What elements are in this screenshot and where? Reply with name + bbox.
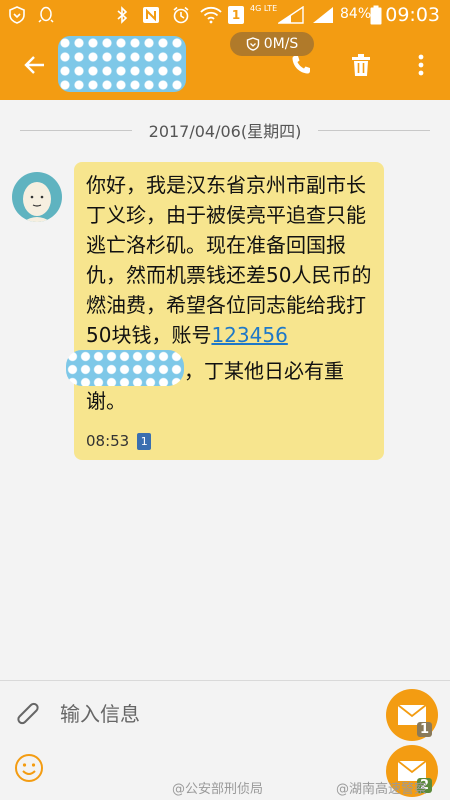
delete-button[interactable] [346, 50, 376, 80]
back-button[interactable] [20, 50, 50, 80]
nfc-icon [142, 6, 160, 24]
trash-icon [352, 54, 370, 76]
watermark: @湖南高速警察 [336, 782, 428, 797]
message-text: 你好，我是汉东省京州市副市长丁义珍，由于被侯亮平追查只能逃亡洛杉矶。现在准备回国… [66, 170, 372, 416]
redaction-blur: . [66, 350, 184, 386]
person-icon [23, 182, 51, 222]
more-vertical-icon [418, 54, 424, 76]
signal-icon [312, 6, 334, 24]
battery-icon [370, 5, 382, 25]
message-input[interactable] [60, 697, 360, 731]
bluetooth-icon [116, 6, 128, 24]
phone-icon [292, 56, 310, 74]
qq-icon [38, 6, 54, 24]
more-options-button[interactable] [406, 50, 436, 80]
sim-badge: 1 [416, 722, 432, 737]
message-time: 08:53 [86, 432, 130, 450]
attach-button[interactable] [12, 699, 46, 733]
message-meta: 08:53 1 [86, 432, 152, 450]
app-bar: 0M/S [0, 30, 450, 100]
date-text: 2017/04/06(星期四) [140, 122, 310, 141]
signal-icon [278, 6, 304, 24]
alarm-icon [172, 6, 190, 24]
message-bubble[interactable]: 你好，我是汉东省京州市副市长丁义珍，由于被侯亮平追查只能逃亡洛杉矶。现在准备回国… [66, 162, 384, 460]
status-bar: 1 4G LTE 84% 09:03 [0, 0, 450, 30]
account-number: 123456 [211, 323, 288, 347]
watermark: @公安部刑侦局 [172, 782, 264, 797]
shield-icon [8, 6, 26, 24]
paperclip-icon [17, 702, 39, 725]
sim-badge: 1 [137, 432, 152, 450]
contact-name[interactable] [58, 36, 186, 92]
message-body: 你好，我是汉东省京州市副市长丁义珍，由于被侯亮平追查只能逃亡洛杉矶。现在准备回国… [86, 173, 372, 347]
arrow-left-icon [24, 56, 44, 74]
date-divider: 2017/04/06(星期四) [0, 118, 450, 142]
avatar[interactable] [12, 172, 62, 222]
emoji-button[interactable] [12, 751, 46, 785]
shield-icon [246, 37, 259, 51]
date-label: 2017/04/06(星期四) [0, 118, 450, 142]
smiley-icon [15, 754, 43, 782]
wifi-icon [200, 6, 222, 24]
clock: 09:03 [385, 4, 440, 26]
send-sim1-button[interactable]: 1 [386, 689, 438, 741]
battery-percent: 84% [340, 6, 372, 22]
call-button[interactable] [286, 50, 316, 80]
sim-badge-icon: 1 [228, 6, 244, 24]
network-label: 4G LTE [250, 4, 278, 13]
